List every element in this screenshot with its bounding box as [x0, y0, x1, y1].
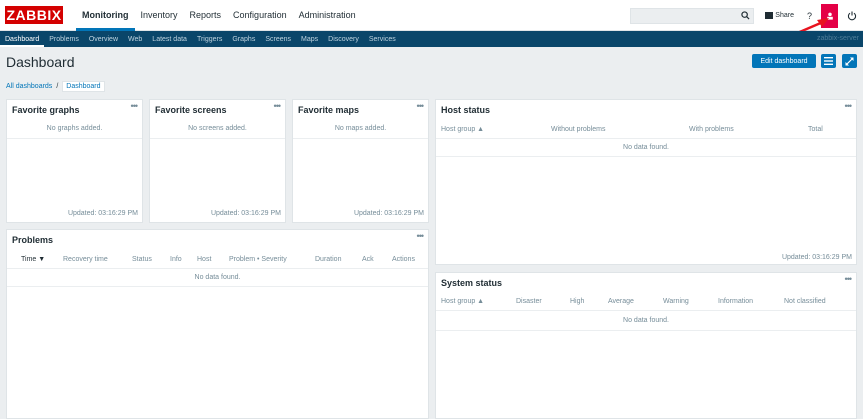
- widget-title: Favorite screens: [155, 105, 227, 115]
- column-header-without-problems: Without problems: [551, 126, 606, 133]
- empty-message: No data found.: [194, 274, 241, 281]
- widget-options-button[interactable]: •••: [845, 101, 853, 111]
- column-header-actions: Actions: [392, 256, 415, 263]
- share-icon: [765, 12, 774, 19]
- breadcrumb-current[interactable]: Dashboard: [62, 80, 105, 92]
- power-icon: [847, 11, 856, 20]
- widget-title: Favorite maps: [298, 105, 360, 115]
- column-header-information: Information: [718, 298, 754, 305]
- menu-administration[interactable]: Administration: [293, 0, 362, 31]
- sign-out-button[interactable]: [846, 10, 857, 21]
- column-header-recovery-time: Recovery time: [63, 256, 108, 263]
- widget-options-button[interactable]: •••: [417, 101, 425, 111]
- empty-message: No data found.: [623, 317, 669, 324]
- submenu-problems[interactable]: Problems: [44, 31, 84, 47]
- divider: [293, 138, 428, 139]
- widget-options-button[interactable]: •••: [131, 101, 139, 111]
- widget-problems: Problems ••• Time ▼ Recovery time Status…: [6, 229, 429, 419]
- column-header-status: Status: [132, 256, 152, 263]
- submenu-screens[interactable]: Screens: [260, 31, 296, 47]
- menu-reports[interactable]: Reports: [184, 0, 228, 31]
- column-header-time[interactable]: Time ▼: [21, 256, 45, 263]
- column-header-total: Total: [808, 126, 823, 133]
- column-header-host-group[interactable]: Host group ▲: [441, 298, 484, 305]
- search-input[interactable]: [630, 7, 755, 24]
- widget-favorite-graphs: Favorite graphs ••• No graphs added. Upd…: [6, 99, 143, 223]
- submenu-latest-data[interactable]: Latest data: [147, 31, 192, 47]
- submenu-web[interactable]: Web: [123, 31, 147, 47]
- server-name: zabbix-server: [816, 35, 859, 42]
- widget-title: Favorite graphs: [12, 105, 80, 115]
- breadcrumb-separator: /: [56, 82, 59, 90]
- menu-inventory[interactable]: Inventory: [135, 0, 184, 31]
- column-header-problem-severity: Problem • Severity: [229, 256, 287, 263]
- divider: [436, 156, 856, 157]
- empty-message: No data found.: [623, 144, 669, 151]
- empty-message: No screens added.: [188, 125, 247, 132]
- column-header-host: Host: [197, 256, 212, 263]
- zabbix-logo[interactable]: ZABBIX: [5, 6, 63, 24]
- divider: [7, 286, 428, 287]
- updated-time: Updated: 03:16:29 PM: [781, 254, 852, 261]
- widget-title: System status: [441, 278, 503, 288]
- breadcrumb-all-dashboards[interactable]: All dashboards: [6, 83, 52, 90]
- dashboard-list-button[interactable]: [821, 54, 836, 68]
- column-header-host-group[interactable]: Host group ▲: [441, 126, 484, 133]
- main-menu: Monitoring Inventory Reports Configurati…: [76, 0, 362, 31]
- updated-time: Updated: 03:16:29 PM: [353, 210, 424, 217]
- fullscreen-icon: [845, 57, 854, 65]
- submenu-maps[interactable]: Maps: [296, 31, 323, 47]
- widget-options-button[interactable]: •••: [845, 274, 853, 284]
- submenu-graphs[interactable]: Graphs: [227, 31, 260, 47]
- updated-time: Updated: 03:16:29 PM: [67, 210, 138, 217]
- submenu-dashboard[interactable]: Dashboard: [0, 31, 45, 47]
- column-header-ack: Ack: [362, 256, 374, 263]
- submenu-discovery[interactable]: Discovery: [323, 31, 364, 47]
- search-icon[interactable]: [739, 10, 751, 22]
- column-header-not-classified: Not classified: [784, 298, 826, 305]
- submenu-triggers[interactable]: Triggers: [192, 31, 227, 47]
- divider: [436, 330, 856, 331]
- divider: [150, 138, 285, 139]
- edit-dashboard-button[interactable]: Edit dashboard: [752, 54, 816, 68]
- widget-title: Host status: [441, 105, 491, 115]
- top-bar: ZABBIX Monitoring Inventory Reports Conf…: [0, 0, 863, 31]
- breadcrumb: All dashboards / Dashboard: [6, 80, 105, 92]
- widget-favorite-maps: Favorite maps ••• No maps added. Updated…: [292, 99, 429, 223]
- page-title: Dashboard: [6, 54, 75, 70]
- empty-message: No maps added.: [334, 125, 387, 132]
- empty-message: No graphs added.: [46, 125, 103, 132]
- widget-system-status: System status ••• Host group ▲ Disaster …: [435, 272, 857, 419]
- menu-monitoring[interactable]: Monitoring: [76, 0, 135, 31]
- column-header-duration: Duration: [315, 256, 342, 263]
- submenu-services[interactable]: Services: [364, 31, 401, 47]
- column-header-high: High: [570, 298, 585, 305]
- divider: [7, 268, 428, 269]
- menu-configuration[interactable]: Configuration: [227, 0, 293, 31]
- column-header-with-problems: With problems: [689, 126, 734, 133]
- menu-icon: [824, 57, 833, 65]
- widget-options-button[interactable]: •••: [417, 231, 425, 241]
- widget-host-status: Host status ••• Host group ▲ Without pro…: [435, 99, 857, 265]
- divider: [436, 138, 856, 139]
- widget-favorite-screens: Favorite screens ••• No screens added. U…: [149, 99, 286, 223]
- fullscreen-button[interactable]: [842, 54, 857, 68]
- updated-time: Updated: 03:16:29 PM: [210, 210, 281, 217]
- widget-options-button[interactable]: •••: [274, 101, 282, 111]
- column-header-disaster: Disaster: [516, 298, 542, 305]
- divider: [436, 310, 856, 311]
- column-header-warning: Warning: [663, 298, 689, 305]
- column-header-info: Info: [170, 256, 182, 263]
- divider: [7, 138, 142, 139]
- submenu-overview[interactable]: Overview: [84, 31, 123, 47]
- sub-menu: Dashboard Problems Overview Web Latest d…: [0, 31, 863, 47]
- column-header-average: Average: [608, 298, 634, 305]
- widget-title: Problems: [12, 235, 54, 245]
